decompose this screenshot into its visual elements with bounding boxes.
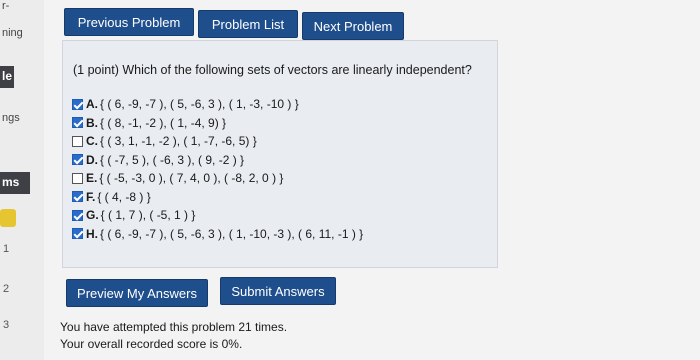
submit-answers-button[interactable]: Submit Answers xyxy=(220,277,336,305)
next-problem-button[interactable]: Next Problem xyxy=(302,12,404,40)
option-letter: H. xyxy=(86,226,98,241)
checkbox-checked[interactable] xyxy=(72,191,83,203)
problem-number[interactable]: 1 xyxy=(3,243,9,255)
sidebar-item-active[interactable]: ms xyxy=(0,172,30,194)
option-text: { ( 3, 1, -1, -2 ), ( 1, -7, -6, 5) } xyxy=(100,134,257,149)
problem-box: (1 point) Which of the following sets of… xyxy=(62,40,498,268)
option-text: { ( 6, -9, -7 ), ( 5, -6, 3 ), ( 1, -3, … xyxy=(100,97,299,112)
checkbox-unchecked[interactable] xyxy=(72,172,83,184)
answer-option[interactable]: H.{ ( 6, -9, -7 ), ( 5, -6, 3 ), ( 1, -1… xyxy=(72,225,363,244)
checkbox-checked[interactable] xyxy=(72,117,83,129)
option-letter: C. xyxy=(86,134,98,149)
sidebar-item-active[interactable]: le xyxy=(0,66,14,88)
checkbox-checked[interactable] xyxy=(72,98,83,110)
preview-answers-button[interactable]: Preview My Answers xyxy=(66,279,208,307)
answer-option[interactable]: D.{ ( -7, 5 ), ( -6, 3 ), ( 9, -2 ) } xyxy=(72,151,363,170)
sidebar: r- ning le ngs ms 1 2 3 xyxy=(0,0,44,360)
answer-option[interactable]: A.{ ( 6, -9, -7 ), ( 5, -6, 3 ), ( 1, -3… xyxy=(72,95,363,114)
problem-number[interactable]: 2 xyxy=(3,283,9,295)
option-letter: D. xyxy=(86,152,98,167)
option-letter: B. xyxy=(86,115,98,130)
previous-problem-button[interactable]: Previous Problem xyxy=(64,8,194,36)
answer-options: A.{ ( 6, -9, -7 ), ( 5, -6, 3 ), ( 1, -3… xyxy=(72,95,363,243)
option-text: { ( 6, -9, -7 ), ( 5, -6, 3 ), ( 1, -10,… xyxy=(100,226,364,241)
option-text: { ( -7, 5 ), ( -6, 3 ), ( 9, -2 ) } xyxy=(100,152,245,167)
sidebar-fragment[interactable]: ning xyxy=(2,27,23,39)
answer-option[interactable]: G.{ ( 1, 7 ), ( -5, 1 ) } xyxy=(72,206,363,225)
answer-option[interactable]: B.{ ( 8, -1, -2 ), ( 1, -4, 9) } xyxy=(72,114,363,133)
checkbox-checked[interactable] xyxy=(72,209,83,221)
option-text: { ( 4, -8 ) } xyxy=(97,189,151,204)
status-badge xyxy=(0,209,16,227)
option-letter: E. xyxy=(86,171,98,186)
option-text: { ( 8, -1, -2 ), ( 1, -4, 9) } xyxy=(100,115,227,130)
problem-list-button[interactable]: Problem List xyxy=(198,10,298,38)
problem-number[interactable]: 3 xyxy=(3,319,9,331)
answer-option[interactable]: E.{ ( -5, -3, 0 ), ( 7, 4, 0 ), ( -8, 2,… xyxy=(72,169,363,188)
checkbox-unchecked[interactable] xyxy=(72,135,83,147)
option-letter: G. xyxy=(86,208,99,223)
option-text: { ( -5, -3, 0 ), ( 7, 4, 0 ), ( -8, 2, 0… xyxy=(99,171,284,186)
sidebar-fragment: ms xyxy=(2,175,20,189)
option-letter: F. xyxy=(86,189,96,204)
checkbox-checked[interactable] xyxy=(72,228,83,240)
answer-option[interactable]: C.{ ( 3, 1, -1, -2 ), ( 1, -7, -6, 5) } xyxy=(72,132,363,151)
attempt-status: You have attempted this problem 21 times… xyxy=(60,319,287,353)
main-content: Previous Problem Problem List Next Probl… xyxy=(56,0,700,360)
attempts-text: You have attempted this problem 21 times… xyxy=(60,320,288,334)
question-text: (1 point) Which of the following sets of… xyxy=(73,63,472,77)
answer-option[interactable]: F.{ ( 4, -8 ) } xyxy=(72,188,363,207)
sidebar-fragment: le xyxy=(2,69,13,83)
score-text: Your overall recorded score is 0%. xyxy=(60,337,243,351)
option-letter: A. xyxy=(86,97,98,112)
sidebar-fragment: r- xyxy=(2,0,10,12)
sidebar-fragment[interactable]: ngs xyxy=(2,112,20,124)
checkbox-checked[interactable] xyxy=(72,154,83,166)
option-text: { ( 1, 7 ), ( -5, 1 ) } xyxy=(100,208,196,223)
